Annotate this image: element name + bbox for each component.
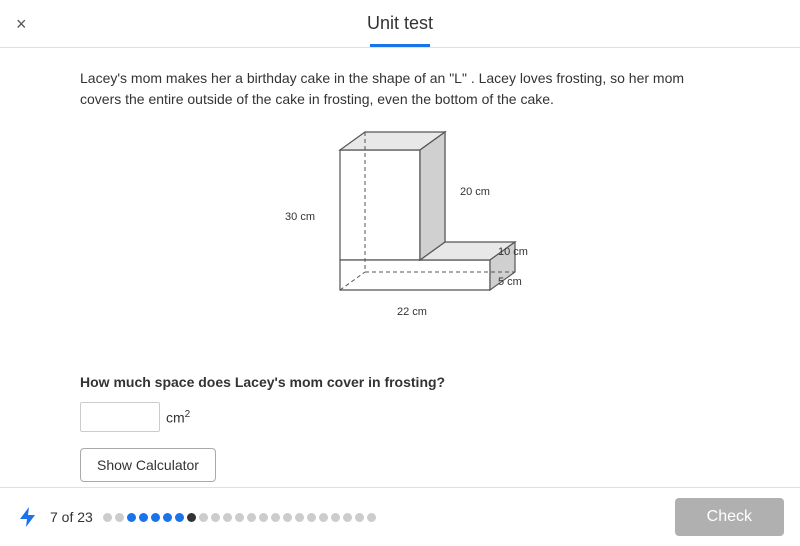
answer-input[interactable] bbox=[80, 402, 160, 432]
check-button[interactable]: Check bbox=[675, 498, 784, 536]
show-calculator-button[interactable]: Show Calculator bbox=[80, 448, 216, 482]
close-button[interactable]: × bbox=[16, 15, 27, 33]
progress-dot bbox=[295, 513, 304, 522]
progress-dot bbox=[247, 513, 256, 522]
progress-dot bbox=[343, 513, 352, 522]
header-underline bbox=[370, 44, 430, 47]
progress-count: 7 of 23 bbox=[50, 509, 93, 525]
footer: 7 of 23 Check bbox=[0, 487, 800, 546]
header: × Unit test bbox=[0, 0, 800, 48]
progress-dot bbox=[283, 513, 292, 522]
progress-dot bbox=[187, 513, 196, 522]
svg-text:22 cm: 22 cm bbox=[397, 306, 427, 318]
progress-dot bbox=[115, 513, 124, 522]
problem-text: Lacey's mom makes her a birthday cake in… bbox=[80, 68, 720, 110]
progress-dot bbox=[319, 513, 328, 522]
svg-text:5 cm: 5 cm bbox=[498, 276, 522, 288]
svg-text:10 cm: 10 cm bbox=[350, 130, 380, 133]
progress-dot bbox=[211, 513, 220, 522]
progress-dot bbox=[223, 513, 232, 522]
unit-label: cm2 bbox=[166, 409, 190, 426]
progress-dot bbox=[331, 513, 340, 522]
progress-dot bbox=[199, 513, 208, 522]
page-title: Unit test bbox=[367, 13, 433, 34]
progress-dot bbox=[367, 513, 376, 522]
progress-info: 7 of 23 bbox=[16, 505, 376, 529]
progress-dot bbox=[163, 513, 172, 522]
svg-text:10 cm: 10 cm bbox=[498, 246, 528, 258]
progress-dot bbox=[259, 513, 268, 522]
progress-dot bbox=[355, 513, 364, 522]
l-shape-figure: 10 cm 20 cm 30 cm 10 cm 5 cm 22 cm bbox=[260, 130, 540, 350]
answer-row: cm2 bbox=[80, 402, 720, 432]
dots-container bbox=[103, 513, 376, 522]
progress-dot bbox=[175, 513, 184, 522]
figure-container: 10 cm 20 cm 30 cm 10 cm 5 cm 22 cm bbox=[80, 130, 720, 350]
svg-text:30 cm: 30 cm bbox=[285, 211, 315, 223]
progress-dot bbox=[271, 513, 280, 522]
main-content: Lacey's mom makes her a birthday cake in… bbox=[0, 48, 800, 487]
progress-dot bbox=[235, 513, 244, 522]
progress-dot bbox=[151, 513, 160, 522]
progress-dot bbox=[139, 513, 148, 522]
progress-dot bbox=[127, 513, 136, 522]
question-label: How much space does Lacey's mom cover in… bbox=[80, 374, 720, 390]
progress-dot bbox=[103, 513, 112, 522]
progress-dot bbox=[307, 513, 316, 522]
svg-text:20 cm: 20 cm bbox=[460, 186, 490, 198]
progress-icon bbox=[16, 505, 40, 529]
